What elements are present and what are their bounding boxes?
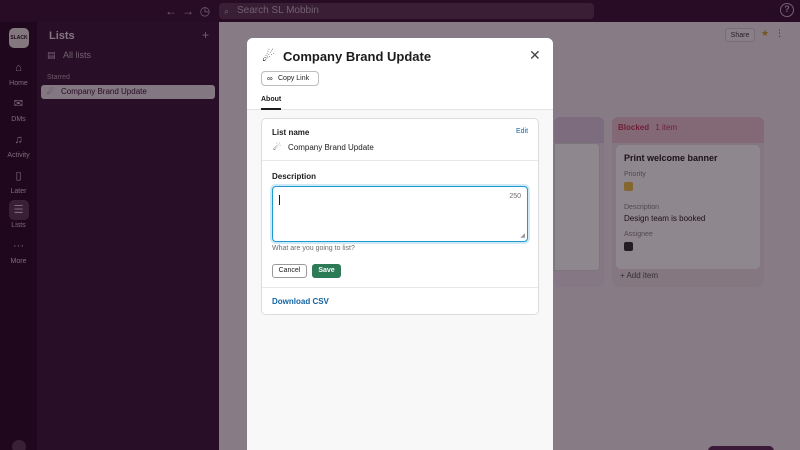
download-csv-link[interactable]: Download CSV	[272, 297, 329, 306]
list-name-label: List name	[272, 128, 310, 137]
copy-link-button[interactable]: ∞ Copy Link	[261, 71, 319, 86]
link-icon: ∞	[267, 74, 273, 83]
copy-link-label: Copy Link	[278, 75, 310, 82]
character-count: 250	[509, 193, 521, 200]
comet-emoji-icon: ☄	[273, 142, 282, 152]
about-card: List name Edit ☄ Company Brand Update De…	[261, 118, 539, 315]
description-hint: What are you going to list?	[272, 245, 355, 252]
tab-about[interactable]: About	[261, 96, 282, 110]
text-caret	[279, 195, 280, 205]
description-label: Description	[272, 172, 317, 181]
modal-title: Company Brand Update	[283, 49, 432, 64]
list-details-modal: ☄ Company Brand Update ✕ ∞ Copy Link Abo…	[247, 38, 553, 450]
floating-pill	[708, 446, 774, 450]
comet-emoji-icon: ☄	[262, 48, 275, 64]
save-button[interactable]: Save	[312, 264, 341, 278]
resize-handle-icon[interactable]: ◢	[520, 232, 525, 239]
list-name-section: List name Edit ☄ Company Brand Update	[262, 119, 538, 161]
description-textarea[interactable]: 250 ◢	[272, 186, 528, 242]
list-name-value: Company Brand Update	[288, 143, 374, 152]
divider	[262, 287, 538, 288]
cancel-button[interactable]: Cancel	[272, 264, 307, 278]
edit-link[interactable]: Edit	[516, 128, 528, 135]
close-icon[interactable]: ✕	[529, 47, 541, 64]
modal-header: ☄ Company Brand Update ✕ ∞ Copy Link Abo…	[247, 38, 553, 110]
